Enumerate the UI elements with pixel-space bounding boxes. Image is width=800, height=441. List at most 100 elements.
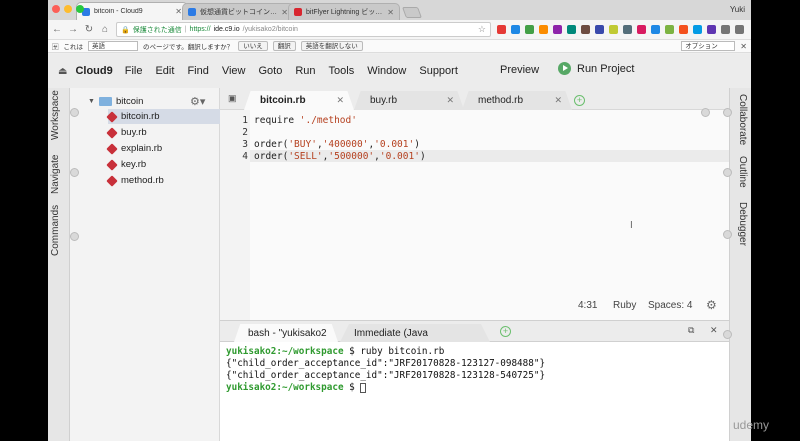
run-project-button[interactable]: Run Project (558, 62, 634, 75)
new-editor-tab-plus-icon[interactable]: + (574, 95, 585, 106)
translate-button[interactable]: 翻訳 (272, 41, 296, 51)
resize-handle[interactable] (701, 108, 710, 117)
code-line: require './method' (254, 115, 357, 126)
tab-outline[interactable]: Outline (737, 156, 748, 188)
close-tab-icon[interactable]: ✕ (387, 8, 394, 17)
tab-workspace[interactable]: Workspace (50, 90, 61, 140)
terminal-tab-bash[interactable]: bash - "yukisako2 (234, 324, 338, 342)
editor-settings-gear-icon[interactable]: ⚙ (706, 298, 717, 312)
url-separator: | (184, 26, 187, 33)
resize-handle[interactable] (723, 168, 732, 177)
extension-icon[interactable] (707, 25, 716, 34)
tree-settings-gear-icon[interactable]: ⚙▾ (190, 95, 205, 108)
menu-tools[interactable]: Tools (329, 65, 355, 77)
editor-tab-buy[interactable]: buy.rb ✕ (354, 91, 464, 110)
resize-handle[interactable] (723, 108, 732, 117)
preview-button[interactable]: Preview (500, 64, 539, 76)
new-tab-button[interactable] (401, 7, 423, 18)
extension-icon[interactable] (525, 25, 534, 34)
menu-find[interactable]: Find (187, 65, 208, 77)
resize-handle[interactable] (723, 330, 732, 339)
extension-icon[interactable] (679, 25, 688, 34)
url-input[interactable]: 🔒 保護された通信 | https://ide.c9.io/yukisako2/… (116, 22, 491, 37)
terminal-tab-immediate[interactable]: Immediate (Java (340, 324, 490, 342)
maximize-window-icon[interactable] (76, 5, 84, 13)
udemy-watermark: udemy (733, 418, 770, 432)
language-select[interactable]: 英語 (88, 41, 138, 51)
forward-arrow-icon[interactable]: → (68, 24, 78, 35)
extension-icon[interactable] (553, 25, 562, 34)
tab-collaborate[interactable]: Collaborate (737, 94, 748, 145)
terminal-output[interactable]: yukisako2:~/workspace $ ruby bitcoin.rb … (220, 342, 729, 441)
menu-view[interactable]: View (222, 65, 246, 77)
menu-goto[interactable]: Goto (259, 65, 283, 77)
extension-icon[interactable] (651, 25, 660, 34)
close-window-icon[interactable] (52, 5, 60, 13)
extension-icon[interactable] (595, 25, 604, 34)
bookmark-star-icon[interactable]: ☆ (478, 24, 486, 35)
profile-name[interactable]: Yuki (730, 5, 745, 14)
editor-tab-method[interactable]: method.rb ✕ (462, 91, 572, 110)
tab-navigate[interactable]: Navigate (50, 155, 61, 194)
maximize-panel-icon[interactable]: ⧉ (688, 325, 694, 336)
extension-icon[interactable] (539, 25, 548, 34)
browser-tab-cloud9[interactable]: bitcoin - Cloud9 ✕ (76, 2, 188, 20)
extension-icon[interactable] (567, 25, 576, 34)
resize-handle[interactable] (70, 168, 79, 177)
tree-file-method[interactable]: method.rb (106, 173, 220, 188)
menu-edit[interactable]: Edit (155, 65, 174, 77)
code-editor[interactable]: 1 2 3 4 require './method' order('BUY','… (220, 110, 729, 320)
cursor-position[interactable]: 4:31 (578, 300, 597, 311)
editor-tab-bitcoin[interactable]: bitcoin.rb ✕ (244, 91, 354, 110)
translate-options-select[interactable]: オプション (681, 41, 736, 51)
extension-icon[interactable] (581, 25, 590, 34)
close-tab-icon[interactable]: ✕ (446, 95, 454, 106)
close-tab-icon[interactable]: ✕ (175, 7, 182, 16)
close-panel-icon[interactable]: ✕ (710, 325, 718, 336)
extension-icon[interactable] (497, 25, 506, 34)
close-tab-icon[interactable]: ✕ (336, 95, 344, 106)
tab-debugger[interactable]: Debugger (737, 202, 748, 246)
menu-support[interactable]: Support (419, 65, 458, 77)
menu-file[interactable]: File (125, 65, 143, 77)
extension-icon[interactable] (665, 25, 674, 34)
new-terminal-plus-icon[interactable]: + (500, 326, 511, 337)
back-arrow-icon[interactable]: ← (52, 24, 62, 35)
ruby-file-icon (106, 142, 118, 155)
resize-handle[interactable] (723, 230, 732, 239)
resize-handle[interactable] (70, 232, 79, 241)
extension-icon[interactable] (721, 25, 730, 34)
extension-icon[interactable] (637, 25, 646, 34)
close-translate-icon[interactable]: ✕ (740, 42, 747, 51)
caret-down-icon[interactable]: ▼ (88, 98, 95, 105)
menu-run[interactable]: Run (295, 65, 315, 77)
extension-icon[interactable] (609, 25, 618, 34)
menu-dots-icon[interactable] (735, 25, 744, 34)
browser-tab-bitcoin-info[interactable]: 仮想通貨ビットコイン（Bitcoin） ✕ (182, 3, 294, 20)
tree-file-explain[interactable]: explain.rb (106, 141, 220, 156)
extension-icon[interactable] (693, 25, 702, 34)
tab-menu-icon[interactable]: ▣ (228, 93, 237, 104)
menu-window[interactable]: Window (367, 65, 406, 77)
close-tab-icon[interactable]: ✕ (281, 8, 288, 17)
menu-cloud9[interactable]: Cloud9 (75, 65, 112, 77)
tree-file-bitcoin[interactable]: bitcoin.rb (106, 109, 220, 124)
minimize-window-icon[interactable] (64, 5, 72, 13)
reload-icon[interactable]: ↻ (84, 24, 94, 35)
cloud9-logo-icon[interactable]: ⏏ (58, 66, 67, 77)
tree-file-buy[interactable]: buy.rb (106, 125, 220, 140)
extension-icon[interactable] (511, 25, 520, 34)
resize-handle[interactable] (70, 108, 79, 117)
never-translate-button[interactable]: 英語を翻訳しない (300, 41, 363, 51)
indent-setting[interactable]: Spaces: 4 (648, 300, 692, 311)
language-mode[interactable]: Ruby (613, 300, 636, 311)
browser-tab-bitflyer[interactable]: bitFlyer Lightning ビットコイン ✕ (288, 3, 400, 20)
translate-no-button[interactable]: いいえ (238, 41, 268, 51)
home-icon[interactable]: ⌂ (100, 24, 110, 35)
tab-commands[interactable]: Commands (50, 205, 61, 256)
extension-icon[interactable] (623, 25, 632, 34)
run-project-label: Run Project (577, 62, 635, 75)
tree-file-key[interactable]: key.rb (106, 157, 220, 172)
tree-root-folder[interactable]: ▼ bitcoin (88, 96, 143, 107)
close-tab-icon[interactable]: ✕ (554, 95, 562, 106)
